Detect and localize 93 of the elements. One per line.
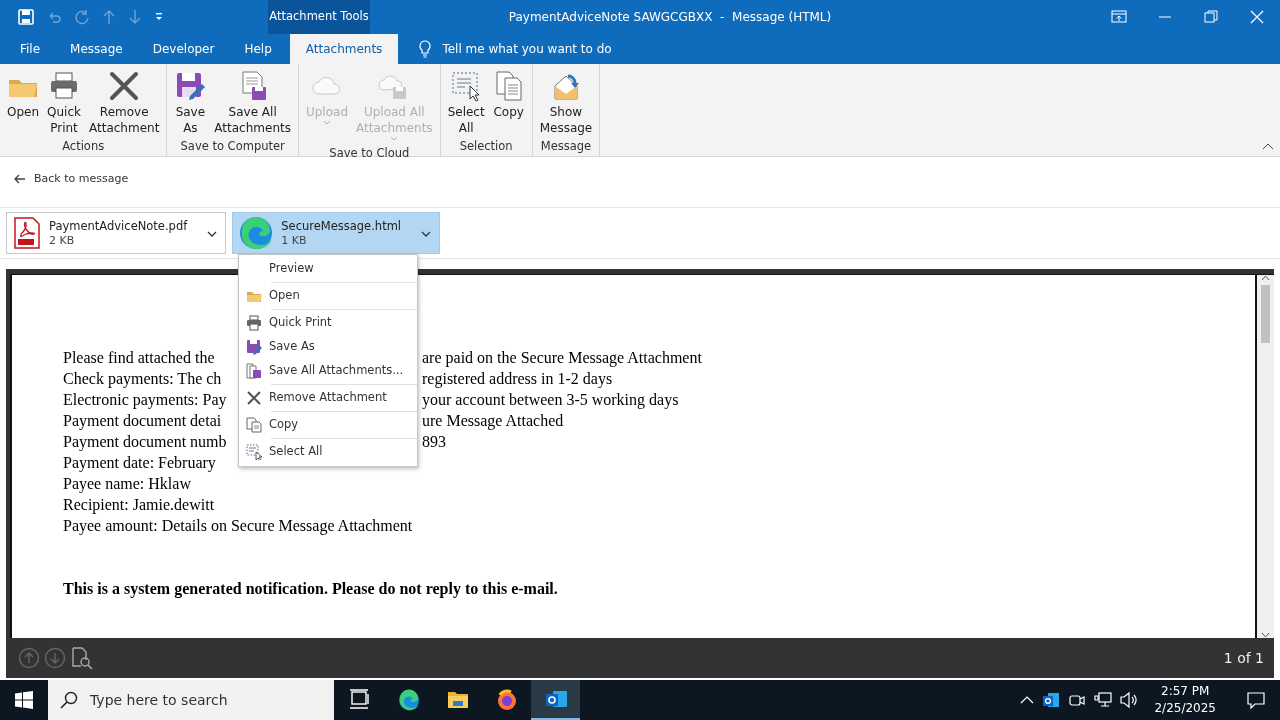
ribbon-tab[interactable]: Attachments — [289, 34, 399, 64]
attachment-chip[interactable]: PaymentAdviceNote.pdf 2 KB — [6, 212, 227, 254]
menu-item[interactable]: Preview — [239, 257, 417, 281]
ribbon-display-icon[interactable] — [1111, 9, 1127, 25]
mail-app-icon[interactable] — [544, 688, 567, 710]
menu-item-icon — [246, 444, 262, 460]
pdf-file-icon — [13, 217, 41, 249]
browser-icon — [239, 216, 274, 250]
save-icon[interactable] — [18, 9, 34, 25]
menu-item-icon — [246, 363, 262, 379]
caret-icon — [390, 136, 399, 141]
body-text: Payee amount: Details on Secure Message Attachment — [63, 516, 413, 536]
attachment-name: PaymentAdviceNote.pdf — [49, 218, 188, 234]
firefox-icon[interactable] — [495, 689, 518, 711]
notice-text: This is a system generated notification. Please do not reply to this e-mail. — [63, 579, 559, 599]
network-icon[interactable] — [1094, 691, 1113, 709]
browser-icon[interactable] — [397, 689, 420, 711]
page-counter: 1 of 1 — [1223, 648, 1264, 668]
ribbon-group-label: Actions — [61, 138, 106, 155]
body-text: Check payments: The ch — [63, 369, 223, 389]
attachment-name: SecureMessage.html — [281, 218, 402, 234]
collapse-ribbon-icon[interactable] — [1262, 141, 1274, 150]
menu-item[interactable]: Save As — [239, 335, 417, 359]
ribbon-button[interactable]: Remove Attachment — [85, 68, 164, 138]
ribbon-button[interactable]: Open — [3, 68, 44, 138]
ribbon-tab[interactable]: Message — [58, 34, 135, 64]
lightbulb-icon — [418, 40, 433, 58]
ribbon-button[interactable]: Save As — [170, 68, 211, 138]
menu-item[interactable]: Copy — [239, 413, 417, 437]
ribbon-group-label: Save to Computer — [179, 138, 286, 155]
ribbon-group-label: Selection — [458, 138, 514, 155]
scroll-thumb[interactable] — [1261, 285, 1270, 343]
attachment-chip[interactable]: SecureMessage.html 1 KB — [232, 212, 441, 254]
clock[interactable]: 2:57 PM 2/25/2025 — [1146, 683, 1224, 717]
x-mark-icon — [108, 70, 141, 102]
menu-item-icon — [246, 315, 262, 331]
menu-item[interactable]: Save All Attachments... — [239, 359, 417, 383]
customize-icon[interactable] — [154, 12, 164, 22]
menu-item-icon — [246, 417, 262, 433]
taskbar-search-field[interactable]: Type here to search — [48, 680, 334, 720]
ribbon-button[interactable]: Quick Print — [43, 68, 85, 138]
ribbon-button[interactable]: Show Message — [535, 68, 597, 138]
menu-item[interactable]: Quick Print — [239, 311, 417, 335]
ribbon-button[interactable]: Copy — [488, 68, 529, 138]
menu-item-icon — [246, 339, 262, 355]
window-title: PaymentAdviceNote SAWGCGBXX - Message (HTML) — [507, 9, 833, 26]
caret-icon — [323, 120, 331, 125]
menu-item[interactable]: Remove Attachment — [239, 386, 417, 410]
body-text: registered address in 1-2 days — [422, 369, 613, 389]
back-arrow-icon — [14, 174, 26, 184]
search-icon — [60, 691, 78, 709]
task-view-icon[interactable] — [349, 689, 371, 711]
body-text: your account between 3-5 working days — [422, 390, 679, 410]
floppy-disk-icon — [174, 70, 207, 102]
folder-icon[interactable] — [446, 689, 469, 711]
body-text: Electronic payments: Pay — [63, 390, 228, 410]
mail-app-icon[interactable] — [1042, 691, 1061, 709]
ribbon-button[interactable]: Save All Attachments — [210, 68, 295, 138]
body-text: Payment document numb — [63, 432, 228, 452]
ribbon-button[interactable]: Select All — [443, 68, 489, 138]
ribbon-tab[interactable]: File — [8, 34, 53, 64]
tell-me-field[interactable]: Tell me what you want to do — [442, 40, 612, 58]
start-icon[interactable] — [15, 691, 33, 709]
dropdown-caret-icon[interactable] — [421, 230, 432, 237]
body-text: Please find attached the — [63, 348, 216, 368]
menu-item-icon — [246, 390, 262, 406]
ribbon-group-label: Message — [539, 138, 593, 155]
attachment-size: 1 KB — [281, 233, 308, 248]
scroll-down-icon[interactable] — [1261, 632, 1270, 638]
dropdown-caret-icon[interactable] — [207, 230, 218, 237]
menu-item[interactable]: Open — [239, 284, 417, 308]
contextual-tab-label: Attachment Tools — [268, 0, 370, 34]
ribbon-tab[interactable]: Developer — [140, 34, 227, 64]
body-text: Payment date: February — [63, 453, 216, 473]
body-text: ure Message Attached — [422, 411, 564, 431]
body-text: Payee name: Hklaw — [63, 474, 191, 494]
body-text: Recipient: Jamie.dewitt — [63, 495, 215, 515]
body-text: are paid on the Secure Message Attachment — [422, 348, 702, 368]
find-icon[interactable] — [70, 646, 94, 670]
back-link[interactable]: Back to message — [14, 170, 129, 188]
notifications-icon[interactable] — [1246, 690, 1266, 710]
body-text: Payment document detai — [63, 411, 223, 431]
ribbon-tab[interactable]: Help — [232, 34, 284, 64]
attachment-size: 2 KB — [49, 233, 76, 248]
close-icon[interactable] — [1249, 9, 1265, 25]
menu-item[interactable]: Select All — [239, 440, 417, 464]
ribbon-group-label: Save to Cloud — [328, 145, 411, 162]
scroll-up-icon[interactable] — [1261, 275, 1270, 281]
volume-icon[interactable] — [1120, 691, 1139, 709]
chevron-up-icon[interactable] — [1020, 695, 1035, 705]
body-text: 893 — [422, 432, 446, 452]
restore-icon[interactable] — [1203, 9, 1219, 25]
scrollbar[interactable] — [1257, 275, 1274, 638]
